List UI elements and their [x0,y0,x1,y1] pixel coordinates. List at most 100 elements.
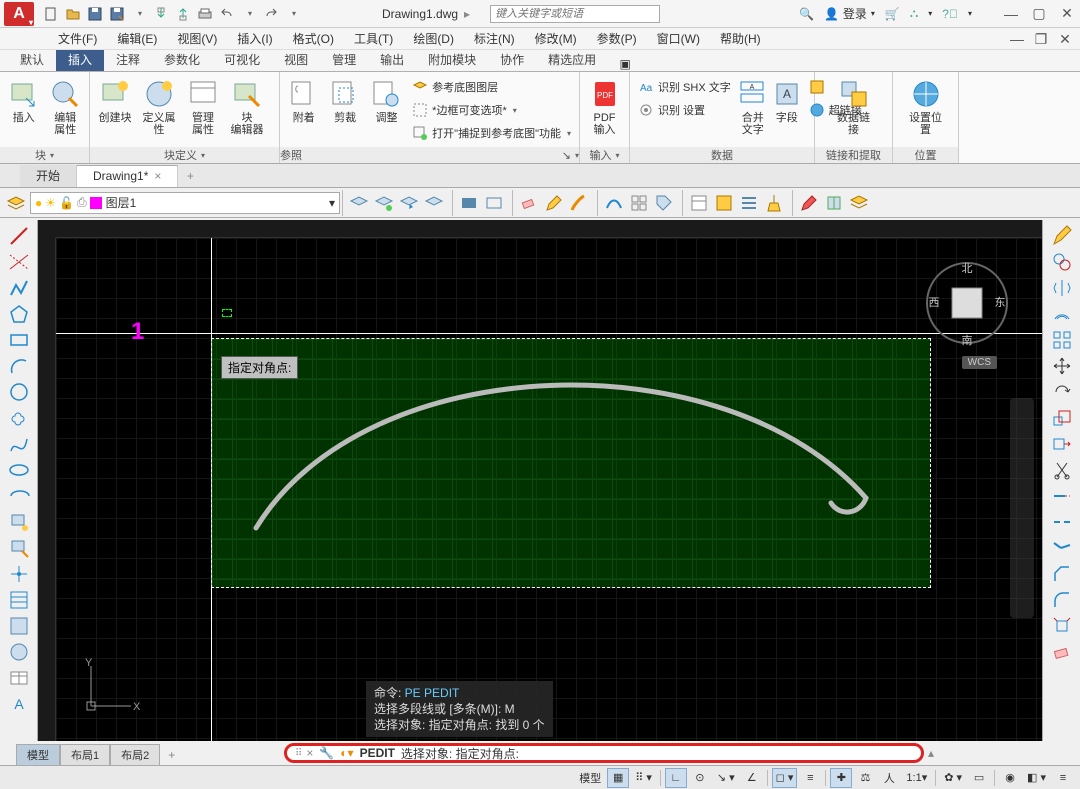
spline-tool-icon[interactable] [4,432,34,456]
extend-tool-icon[interactable] [1047,484,1077,508]
layer-properties-icon[interactable] [4,191,28,215]
status-isodraft-icon[interactable]: ↘ ▾ [713,768,739,788]
menu-window[interactable]: 窗口(W) [647,28,710,49]
doc-close-button[interactable]: ✕ [1056,30,1074,48]
offset-tool-icon[interactable] [1047,302,1077,326]
new-icon[interactable] [42,5,60,23]
pdf-import-button[interactable]: PDF PDF 输入 [584,74,625,136]
gradient-tool-icon[interactable] [4,614,34,638]
attach-button[interactable]: 附着 [284,74,323,124]
ellipse-arc-tool-icon[interactable] [4,484,34,508]
web-open-icon[interactable] [152,5,170,23]
recognize-shx-button[interactable]: Aa识别 SHX 文字 [634,76,735,98]
erase-tool-icon[interactable] [1047,640,1077,664]
status-model-button[interactable]: 模型 [575,768,605,788]
menu-dimension[interactable]: 标注(N) [464,28,525,49]
point-tool-icon[interactable] [4,562,34,586]
layout-tab-layout1[interactable]: 布局1 [60,744,110,766]
viewcube[interactable]: 北 南 东 西 [922,258,1012,348]
chamfer-tool-icon[interactable] [1047,562,1077,586]
menu-modify[interactable]: 修改(M) [525,28,587,49]
tab-manage[interactable]: 管理 [320,48,368,71]
insert-block-tool-icon[interactable] [4,510,34,534]
share-icon[interactable]: ⛬ [910,6,918,21]
line-tool-icon[interactable] [4,224,34,248]
login-button[interactable]: 👤 登录 ▾ [824,5,875,22]
text-tool-icon[interactable]: A [4,692,34,716]
status-lwt-icon[interactable]: ≡ [799,768,821,788]
cmdline-expand-icon[interactable]: ▴ [928,746,934,760]
layer-states-icon[interactable] [347,191,371,215]
create-block-button[interactable]: 创建块 [94,74,136,124]
explode-tool-icon[interactable] [1047,614,1077,638]
panel-title-block[interactable]: 块 [0,147,89,163]
fillet-tool-icon[interactable] [1047,588,1077,612]
table-style-icon[interactable] [712,191,736,215]
qat-dropdown[interactable] [130,5,148,23]
field-button[interactable]: A 字段 [771,74,803,124]
ribbon-expand-icon[interactable]: ▣ [616,57,634,71]
status-grid-icon[interactable]: ▦ [607,768,629,788]
construction-line-icon[interactable] [4,250,34,274]
pencil-icon[interactable] [542,191,566,215]
search-input[interactable] [490,5,660,23]
layer-prev-icon[interactable] [397,191,421,215]
mirror-tool-icon[interactable] [1047,276,1077,300]
wcs-badge[interactable]: WCS [962,356,997,369]
web-save-icon[interactable] [174,5,192,23]
menu-edit[interactable]: 编辑(E) [107,28,167,49]
panel-title-ref[interactable]: 参照↘ [280,147,579,163]
tab-visualize[interactable]: 可视化 [212,48,272,71]
new-tab-button[interactable]: + [178,169,202,183]
redo-dropdown[interactable] [284,5,302,23]
tab-insert[interactable]: 插入 [56,48,104,71]
minimize-button[interactable]: — [1002,5,1020,23]
menu-file[interactable]: 文件(F) [48,28,107,49]
frames-option-button[interactable]: *边框可变选项* [408,99,575,121]
block-editor-button[interactable]: 块 编辑器 [226,74,268,136]
saveas-icon[interactable] [108,5,126,23]
doc-minimize-button[interactable]: — [1008,30,1026,48]
layout-tab-add[interactable]: + [160,746,183,764]
polyline-tool-icon[interactable] [4,276,34,300]
status-annomonitor-icon[interactable]: ✚ [830,768,852,788]
break-tool-icon[interactable] [1047,510,1077,534]
panel-title-import[interactable]: 输入 [580,147,629,163]
layer-match-icon[interactable] [422,191,446,215]
underlay-layers-button[interactable]: 参考底图图层 [408,76,575,98]
rect-outline-icon[interactable] [482,191,506,215]
menu-param[interactable]: 参数(P) [587,28,647,49]
layout-tab-model[interactable]: 模型 [16,744,60,766]
snap-underlay-button[interactable]: 打开"捕捉到参考底图"功能 [408,122,575,144]
menu-format[interactable]: 格式(O) [283,28,344,49]
status-ortho-icon[interactable]: ∟ [665,768,687,788]
undo-icon[interactable] [218,5,236,23]
clip-button[interactable]: 剪裁 [325,74,364,124]
adjust-button[interactable]: 调整 [367,74,406,124]
cmdline-customize-icon[interactable]: 🔧 [319,746,334,760]
menu-tools[interactable]: 工具(T) [344,28,403,49]
data-link-button[interactable]: 数据链接 [833,74,875,136]
cmdline-grip-icon[interactable]: ⠿ [295,748,300,759]
rectangle-tool-icon[interactable] [4,328,34,352]
help-icon[interactable]: ?⃝ [942,7,958,21]
tab-default[interactable]: 默认 [8,48,56,71]
stretch-tool-icon[interactable] [1047,432,1077,456]
tab-parametric[interactable]: 参数化 [152,48,212,71]
merge-text-button[interactable]: A 合并 文字 [737,74,769,136]
stack-icon[interactable] [847,191,871,215]
revcloud-tool-icon[interactable] [4,406,34,430]
cmdline-recent-icon[interactable]: ◐▾ [340,746,353,760]
table-tool-icon[interactable] [4,666,34,690]
tab-featured[interactable]: 精选应用 [536,48,608,71]
grid-tool-icon[interactable] [627,191,651,215]
status-polar-icon[interactable]: ⊙ [689,768,711,788]
status-hardware-icon[interactable]: ◉ [999,768,1021,788]
scale-tool-icon[interactable] [1047,406,1077,430]
layer-iso-icon[interactable] [372,191,396,215]
status-isolate-icon[interactable]: ◧ ▾ [1023,768,1050,788]
brush-icon[interactable] [567,191,591,215]
layout-tab-layout2[interactable]: 布局2 [110,744,160,766]
menu-help[interactable]: 帮助(H) [710,28,771,49]
list-icon[interactable] [737,191,761,215]
